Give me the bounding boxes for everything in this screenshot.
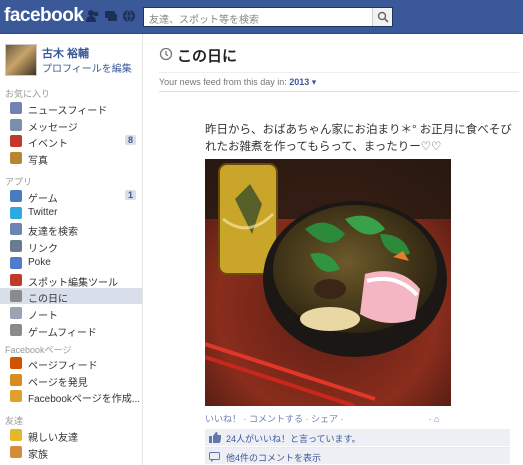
sidebar-item[interactable]: イベント 8 [0, 133, 142, 151]
twitter-icon [10, 206, 22, 219]
sidebar-item[interactable]: Twitter [0, 205, 142, 221]
friend-requests-icon[interactable] [86, 9, 100, 23]
create-page-icon [10, 390, 22, 403]
search-box[interactable]: 友達、スポット等を検索 [143, 7, 393, 27]
story-photo[interactable] [205, 159, 451, 406]
events-icon [10, 135, 22, 148]
main-content: この日に Your news feed from this day in: 20… [143, 34, 523, 465]
page-title: この日に [177, 48, 238, 65]
year-filter-bar: Your news feed from this day in: 2013 ▾ [159, 72, 519, 92]
edit-profile-link[interactable]: プロフィールを編集 [42, 60, 132, 75]
likes-count-text[interactable]: 24人がいいね！と言っています。 [226, 432, 361, 445]
likes-summary[interactable]: 24人がいいね！と言っています。 [205, 429, 510, 446]
sidebar-item-count: 8 [124, 135, 136, 146]
year-dropdown[interactable]: 2013 ▾ [289, 77, 316, 87]
links-icon [10, 240, 22, 253]
sidebar-item[interactable]: 親しい友達 [0, 427, 142, 444]
avatar[interactable] [5, 44, 37, 76]
search-button[interactable] [372, 8, 392, 26]
sidebar-item-label: 家族 [28, 449, 48, 461]
discover-pages-icon [10, 373, 22, 386]
sidebar-item[interactable]: Poke [0, 255, 142, 271]
story-actions-text[interactable]: いいね！ · コメントする · シェア · [205, 414, 344, 424]
sidebar-item-count: 1 [124, 190, 136, 200]
sidebar-item-label: 友達を検索 [28, 227, 78, 239]
notes-icon [10, 306, 22, 319]
comments-summary[interactable]: 他4件のコメントを表示 [205, 447, 510, 464]
sidebar-item-label: Poke [28, 256, 51, 268]
sidebar-item[interactable]: この日に [0, 288, 142, 306]
pages-feed-icon [10, 357, 22, 369]
globe-icon: · ⌂ [428, 414, 440, 424]
sidebar-item-label: ニュースフィード [28, 106, 108, 117]
search-placeholder: 友達、スポット等を検索 [149, 15, 259, 26]
apps-heading: アプリ [5, 177, 33, 187]
sidebar-item[interactable]: ページフィード [0, 355, 142, 372]
family-icon [10, 445, 22, 458]
view-comments-link[interactable]: 他4件のコメントを表示 [226, 451, 321, 464]
sidebar-item[interactable]: ページを発見 [0, 372, 142, 389]
sidebar-item-label: Twitter [28, 206, 58, 218]
facebook-logo[interactable]: facebook [4, 5, 84, 27]
sidebar-item[interactable]: 家族 [0, 444, 142, 461]
sidebar-item[interactable]: リンク [0, 238, 142, 256]
sidebar-item[interactable]: ニュースフィード [0, 100, 142, 117]
thumbs-up-icon [209, 432, 221, 443]
sidebar-item[interactable]: メッセージ [0, 117, 142, 134]
sidebar-item[interactable]: ゲームフィード [0, 322, 142, 339]
star-icon [10, 429, 22, 441]
sidebar-item[interactable]: ノート [0, 305, 142, 322]
sidebar-item[interactable]: スポット編集ツール [0, 272, 142, 289]
sidebar-item-label: ゲームフィード [28, 327, 97, 339]
sidebar-item-label: この日に [28, 294, 68, 306]
sidebar-item-label: メッセージ [28, 122, 78, 134]
top-bar: facebook 友達、スポット等を検索 [0, 0, 523, 34]
sidebar-item-label: イベント [28, 139, 68, 151]
story-text: 昨日から、おばあちゃん家にお泊まり＊° お正月に食べそびれたお雑煮を作ってもらっ… [205, 124, 512, 153]
left-sidebar: 古木 裕輔 プロフィールを編集 お気に入り ニュースフィード メッセージイベント 8… [0, 34, 143, 465]
sidebar-item[interactable]: Facebookページを作成... [0, 388, 142, 406]
sidebar-item-label: ページを発見 [28, 377, 88, 389]
sidebar-item-label: 写真 [28, 156, 48, 168]
notifications-icon[interactable] [122, 9, 136, 23]
sidebar-item-label: リンク [28, 244, 58, 256]
sidebar-item-label: ページフィード [28, 361, 98, 372]
favorites-heading: お気に入り [5, 89, 51, 99]
comment-icon [209, 452, 220, 462]
messages-icon[interactable] [104, 9, 118, 23]
friends-heading: 友達 [5, 416, 24, 426]
profile-name[interactable]: 古木 裕輔 [42, 45, 89, 61]
sidebar-item[interactable]: ゲーム 1 [0, 188, 142, 205]
sidebar-item-label: Facebookページを作成... [28, 394, 141, 406]
poke-icon [10, 256, 22, 269]
filter-prefix: Your news feed from this day in: [159, 77, 287, 87]
sidebar-item-label: スポット編集ツール [28, 277, 118, 289]
sidebar-item[interactable]: 写真 [0, 150, 142, 168]
clock-icon [10, 290, 22, 303]
clock-icon [159, 47, 173, 61]
sidebar-item[interactable]: 友達を検索 [0, 221, 142, 239]
story-actions[interactable]: いいね！ · コメントする · シェア · · ⌂ [205, 412, 439, 425]
search-icon [377, 11, 389, 23]
year-filter: Your news feed from this day in: 2013 ▾ [159, 77, 316, 88]
messages-icon [10, 118, 22, 131]
sidebar-item-label: 親しい友達 [28, 433, 78, 444]
place-editor-icon [10, 273, 22, 286]
news-feed-icon [10, 102, 22, 114]
games-icon [10, 190, 22, 202]
year-value: 2013 [289, 77, 310, 87]
photos-icon [10, 152, 22, 165]
sidebar-item-label: ゲーム [28, 194, 58, 205]
game-feed-icon [10, 323, 22, 336]
profile-summary: 古木 裕輔 プロフィールを編集 [5, 44, 140, 76]
sidebar-item-label: ノート [28, 310, 58, 322]
find-friends-icon [10, 223, 22, 236]
